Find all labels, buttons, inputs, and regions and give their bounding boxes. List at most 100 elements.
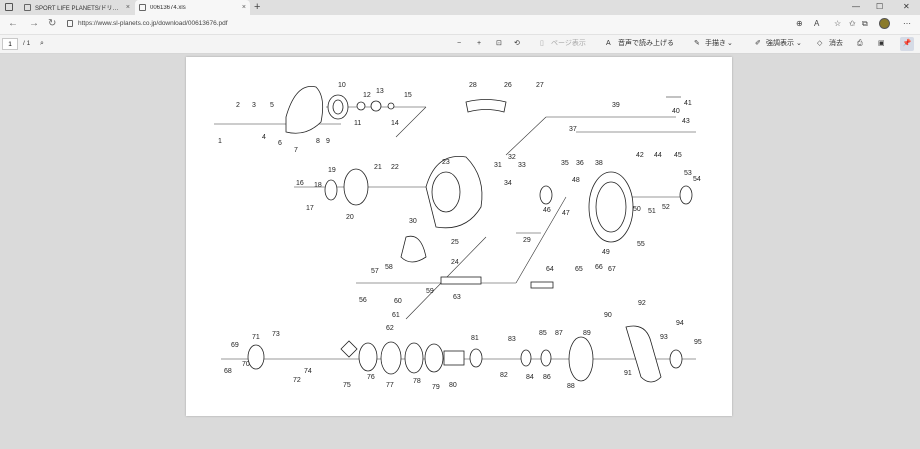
part-callout-86: 86: [543, 374, 551, 381]
part-callout-42: 42: [636, 152, 644, 159]
part-callout-10: 10: [338, 82, 346, 89]
part-callout-18: 18: [314, 182, 322, 189]
part-callout-85: 85: [539, 330, 547, 337]
part-callout-88: 88: [567, 383, 575, 390]
part-callout-60: 60: [394, 298, 402, 305]
minimize-button[interactable]: —: [852, 2, 860, 11]
part-callout-7: 7: [294, 147, 298, 154]
print-icon[interactable]: ⎙: [857, 39, 863, 49]
part-callout-61: 61: [392, 312, 400, 319]
zoom-in-button[interactable]: +: [477, 39, 481, 49]
part-callout-1: 1: [218, 138, 222, 145]
part-callout-72: 72: [293, 377, 301, 384]
collections-icon[interactable]: ⧉: [862, 19, 868, 29]
highlight-icon: ✐: [755, 40, 761, 47]
chevron-down-icon[interactable]: ⌄: [727, 39, 733, 49]
page-view-button[interactable]: ページ表示: [551, 39, 586, 49]
read-aloud-button-icon: A: [606, 40, 611, 47]
page-view-icon[interactable]: ▯: [540, 39, 544, 49]
part-callout-63: 63: [453, 294, 461, 301]
part-callout-38: 38: [595, 160, 603, 167]
part-callout-46: 46: [543, 207, 551, 214]
tab-strip: SPORT LIFE PLANETS/ドリーデ SV TW × 00613674…: [0, 0, 920, 15]
part-callout-65: 65: [575, 266, 583, 273]
address-bar: ← → ↻ https://www.sl-planets.co.jp/downl…: [0, 15, 920, 34]
fit-page-icon[interactable]: ⊡: [496, 39, 502, 49]
read-aloud-button[interactable]: 音声で読み上げる: [618, 39, 674, 49]
part-callout-32: 32: [508, 154, 516, 161]
draw-button[interactable]: 手描き: [705, 39, 726, 49]
part-callout-50: 50: [633, 206, 641, 213]
draw-icon: ✎: [694, 40, 700, 47]
maximize-button[interactable]: ☐: [876, 2, 883, 11]
pdf-page: 1 2 3 4 5 6 7 8 9 10 11 12 13 14 15 16 17 18 19 20 21 22 23 24 2…: [186, 57, 732, 416]
rotate-icon[interactable]: ⟲: [514, 39, 520, 49]
part-callout-8: 8: [316, 138, 320, 145]
tab-close-icon[interactable]: ×: [126, 4, 130, 11]
part-callout-48: 48: [572, 177, 580, 184]
page-number-input[interactable]: 1: [2, 38, 18, 50]
url-field[interactable]: https://www.sl-planets.co.jp/download/00…: [78, 20, 228, 27]
part-callout-41: 41: [684, 100, 692, 107]
part-callout-58: 58: [385, 264, 393, 271]
tab-pdf-active[interactable]: 00613674.xls ×: [135, 0, 250, 15]
save-icon[interactable]: ▣: [878, 39, 885, 49]
part-callout-21: 21: [374, 164, 382, 171]
search-icon[interactable]: ⌕: [40, 39, 44, 49]
exploded-parts-diagram: 12 345678 9101112131415161718192021 2223242…: [214, 82, 702, 391]
forward-icon[interactable]: →: [29, 18, 39, 30]
refresh-icon[interactable]: ↻: [48, 18, 56, 30]
part-callout-12: 12: [363, 92, 371, 99]
part-callout-70: 70: [242, 361, 250, 368]
favorites-icon[interactable]: ✩: [849, 19, 856, 29]
tab-close-icon[interactable]: ×: [242, 4, 246, 11]
tab-actions-icon[interactable]: [5, 3, 13, 11]
part-callout-89: 89: [583, 330, 591, 337]
part-callout-57: 57: [371, 268, 379, 275]
part-callout-76: 76: [367, 374, 375, 381]
part-callout-80: 80: [449, 382, 457, 389]
part-callout-33: 33: [518, 162, 526, 169]
part-callout-91: 91: [624, 370, 632, 377]
highlight-button[interactable]: 強調表示: [766, 39, 794, 49]
part-callout-73: 73: [272, 331, 280, 338]
part-callout-16: 16: [296, 180, 304, 187]
tab-sport-life-planets[interactable]: SPORT LIFE PLANETS/ドリーデ SV TW ×: [20, 0, 134, 15]
part-callout-78: 78: [413, 378, 421, 385]
part-callout-26: 26: [504, 82, 512, 89]
part-callout-66: 66: [595, 264, 603, 271]
read-aloud-icon[interactable]: A: [814, 19, 819, 29]
back-icon[interactable]: ←: [8, 18, 18, 30]
tab-title: 00613674.xls: [150, 4, 186, 11]
file-icon: [67, 20, 73, 27]
new-tab-button[interactable]: +: [254, 1, 260, 13]
profile-avatar[interactable]: [879, 18, 890, 29]
part-callout-90: 90: [604, 312, 612, 319]
part-callout-15: 15: [404, 92, 412, 99]
pdf-viewer[interactable]: 1 2 3 4 5 6 7 8 9 10 11 12 13 14 15 16 17 18 19 20 21 22 23 24 2…: [0, 54, 920, 449]
part-callout-51: 51: [648, 208, 656, 215]
close-window-button[interactable]: ✕: [903, 2, 910, 11]
part-callout-29: 29: [523, 237, 531, 244]
favorite-icon[interactable]: ☆: [834, 19, 841, 29]
part-callout-87: 87: [555, 330, 563, 337]
part-callout-20: 20: [346, 214, 354, 221]
menu-icon[interactable]: ⋯: [903, 19, 911, 29]
page-total: / 1: [23, 40, 31, 47]
zoom-out-button[interactable]: −: [457, 39, 461, 49]
zoom-icon[interactable]: ⊕: [796, 19, 803, 29]
pin-toolbar-icon[interactable]: 📌: [900, 37, 914, 51]
erase-button[interactable]: 消去: [829, 39, 843, 49]
part-callout-34: 34: [504, 180, 512, 187]
part-callout-22: 22: [391, 164, 399, 171]
part-callout-67: 67: [608, 266, 616, 273]
part-callout-3: 3: [252, 102, 256, 109]
part-callout-13: 13: [376, 88, 384, 95]
part-callout-17: 17: [306, 205, 314, 212]
part-callout-6: 6: [278, 140, 282, 147]
part-callout-93: 93: [660, 334, 668, 341]
part-callout-47: 47: [562, 210, 570, 217]
pdf-toolbar: 1 / 1 ⌕ − + ⊡ ⟲ ▯ ページ表示 A 音声で読み上げる ✎ 手描き…: [0, 34, 920, 54]
chevron-down-icon[interactable]: ⌄: [796, 39, 802, 49]
tab-title: SPORT LIFE PLANETS/ドリーデ SV TW: [35, 6, 123, 12]
